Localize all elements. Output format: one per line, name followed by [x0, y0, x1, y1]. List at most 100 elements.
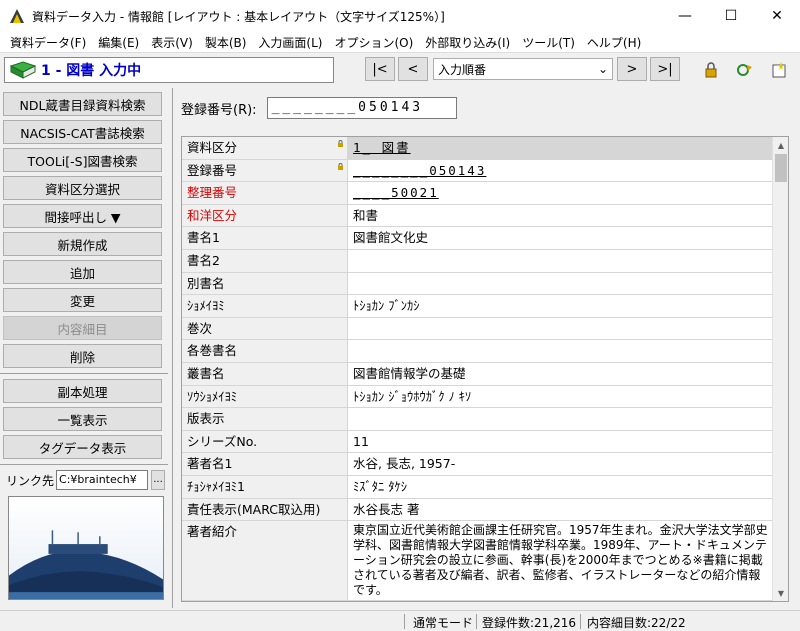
lock-tool-icon[interactable]: [700, 59, 722, 81]
grid-label: 版表示: [182, 408, 348, 430]
grid-value[interactable]: 和書: [348, 205, 776, 227]
grid-row[interactable]: 書名1 図書館文化史: [182, 227, 776, 250]
last-record-button[interactable]: >|: [650, 57, 680, 81]
maximize-button[interactable]: ☐: [708, 0, 754, 32]
new-tool-icon[interactable]: [768, 59, 790, 81]
grid-scrollbar[interactable]: ▲ ▼: [772, 137, 788, 601]
regnum-row: 登録番号(R): ________050143: [181, 97, 457, 119]
ndl-search-button[interactable]: NDL蔵書目録資料検索: [3, 92, 162, 116]
grid-value[interactable]: 11: [348, 431, 776, 453]
grid-label: 和洋区分: [182, 204, 348, 227]
grid-label: 書名2: [182, 250, 348, 272]
grid-value[interactable]: [348, 250, 776, 272]
sort-order-value: 入力順番: [438, 62, 487, 77]
chevron-down-icon: ⌄: [597, 62, 608, 76]
grid-value[interactable]: 1_ 図書: [348, 137, 776, 159]
status-box: 1 - 図書 入力中: [4, 57, 334, 83]
book-icon: [9, 61, 37, 79]
menu-data[interactable]: 資料データ(F): [4, 34, 92, 51]
grid-row[interactable]: 整理番号 ____50021: [182, 182, 776, 205]
scroll-down-icon[interactable]: ▼: [773, 585, 788, 601]
next-record-button[interactable]: >: [617, 57, 647, 81]
tag-data-button[interactable]: タグデータ表示: [3, 435, 162, 459]
grid-value[interactable]: [348, 340, 776, 362]
grid-value[interactable]: 水谷長志 著: [348, 499, 776, 521]
grid-value[interactable]: 図書館情報学の基礎: [348, 363, 776, 385]
sidebar: NDL蔵書目録資料検索 NACSIS-CAT書誌検索 TOOLi[-S]図書検索…: [0, 88, 168, 608]
app-logo-icon: [10, 9, 24, 23]
grid-value[interactable]: 水谷, 長志, 1957-: [348, 453, 776, 475]
menu-import[interactable]: 外部取り込み(I): [419, 34, 516, 51]
link-browse-button[interactable]: ...: [151, 470, 166, 490]
grid-value[interactable]: ﾄｼｮｶﾝ ﾌﾞﾝｶｼ: [348, 295, 776, 317]
grid-label: 著者名1: [182, 453, 348, 475]
menu-options[interactable]: オプション(O): [328, 34, 419, 51]
category-select-button[interactable]: 資料区分選択: [3, 176, 162, 200]
grid-row[interactable]: シリーズNo. 11: [182, 430, 776, 454]
scroll-up-icon[interactable]: ▲: [773, 137, 788, 153]
lock-icon: [338, 162, 343, 170]
regnum-input[interactable]: ________050143: [266, 97, 457, 119]
grid-row[interactable]: 資料区分 1_ 図書: [182, 137, 776, 160]
grid-label: 整理番号: [182, 182, 348, 204]
menu-bar: 資料データ(F) 編集(E) 表示(V) 製本(B) 入力画面(L) オプション…: [0, 32, 800, 52]
grid-row[interactable]: 各巻書名: [182, 340, 776, 363]
sort-order-select[interactable]: 入力順番 ⌄: [433, 58, 613, 80]
grid-label: 資料区分: [182, 137, 348, 159]
grid-row[interactable]: 書名2: [182, 250, 776, 273]
mode-status: 通常モード: [413, 616, 474, 630]
grid-value[interactable]: 図書館文化史: [348, 227, 776, 249]
link-row: リンク先 C:¥braintech¥ ...: [6, 470, 166, 490]
grid-row[interactable]: 責任表示(MARC取込用) 水谷長志 著: [182, 498, 776, 522]
grid-row[interactable]: 著者名1 水谷, 長志, 1957-: [182, 453, 776, 476]
grid-value[interactable]: ____50021: [348, 182, 776, 204]
grid-value[interactable]: [348, 318, 776, 340]
scroll-thumb[interactable]: [775, 154, 787, 182]
content-detail-button: 内容細目: [3, 316, 162, 340]
indirect-call-button[interactable]: 間接呼出し ▼: [3, 204, 162, 228]
main-content: 登録番号(R): ________050143 資料区分 1_ 図書 登録番号 …: [172, 88, 800, 608]
menu-tools[interactable]: ツール(T): [516, 34, 581, 51]
grid-value[interactable]: ﾐｽﾞﾀﾆ ﾀｹｼ: [348, 476, 776, 498]
prev-record-button[interactable]: <: [398, 57, 428, 81]
grid-value[interactable]: [348, 273, 776, 295]
statusbar-divider: [476, 614, 477, 629]
close-button[interactable]: ✕: [754, 0, 800, 32]
first-record-button[interactable]: |<: [365, 57, 395, 81]
link-path-input[interactable]: C:¥braintech¥: [56, 470, 149, 490]
menu-bind[interactable]: 製本(B): [199, 34, 253, 51]
grid-row[interactable]: 著者紹介 東京国立近代美術館企画課主任研究官。1957年生まれ。金沢大学法文学部…: [182, 521, 776, 601]
tooli-search-button[interactable]: TOOLi[-S]図書検索: [3, 148, 162, 172]
grid-value[interactable]: ________050143: [348, 160, 776, 182]
minimize-button[interactable]: —: [662, 0, 708, 32]
grid-row[interactable]: 版表示: [182, 408, 776, 431]
delete-button[interactable]: 削除: [3, 344, 162, 368]
grid-row[interactable]: 巻次: [182, 317, 776, 341]
list-view-button[interactable]: 一覧表示: [3, 407, 162, 431]
grid-row[interactable]: 登録番号 ________050143: [182, 159, 776, 183]
add-button[interactable]: 追加: [3, 260, 162, 284]
menu-help[interactable]: ヘルプ(H): [581, 34, 647, 51]
grid-row[interactable]: 別書名: [182, 272, 776, 296]
menu-view[interactable]: 表示(V): [145, 34, 199, 51]
nacsis-search-button[interactable]: NACSIS-CAT書誌検索: [3, 120, 162, 144]
grid-row[interactable]: 和洋区分 和書: [182, 204, 776, 228]
modify-button[interactable]: 変更: [3, 288, 162, 312]
grid-row[interactable]: ｼｮﾒｲﾖﾐ ﾄｼｮｶﾝ ﾌﾞﾝｶｼ: [182, 295, 776, 318]
grid-value[interactable]: 東京国立近代美術館企画課主任研究官。1957年生まれ。金沢大学法文学部史学科、図…: [348, 521, 776, 600]
grid-row[interactable]: ﾁｮｼｬﾒｲﾖﾐ1 ﾐｽﾞﾀﾆ ﾀｹｼ: [182, 476, 776, 499]
menu-input-screen[interactable]: 入力画面(L): [252, 34, 328, 51]
grid-label: 著者紹介: [182, 521, 348, 601]
new-create-button[interactable]: 新規作成: [3, 232, 162, 256]
copy-process-button[interactable]: 副本処理: [3, 379, 162, 403]
regnum-label: 登録番号(R):: [181, 102, 257, 118]
grid-value[interactable]: ﾄｼｮｶﾝ ｼﾞｮｳﾎｳｶﾞｸ ﾉ ｷｿ: [348, 386, 776, 408]
grid-value[interactable]: [348, 408, 776, 430]
grid-row[interactable]: 叢書名 図書館情報学の基礎: [182, 363, 776, 386]
record-count-status: 登録件数:21,216: [482, 616, 577, 630]
grid-row[interactable]: ｿｳｼｮﾒｲﾖﾐ ﾄｼｮｶﾝ ｼﾞｮｳﾎｳｶﾞｸ ﾉ ｷｿ: [182, 385, 776, 409]
refresh-tool-icon[interactable]: [734, 59, 756, 81]
grid-label: 別書名: [182, 272, 348, 295]
menu-edit[interactable]: 編集(E): [92, 34, 145, 51]
status-bar: 通常モード 登録件数:21,216 内容細目数:22/22: [0, 610, 800, 631]
